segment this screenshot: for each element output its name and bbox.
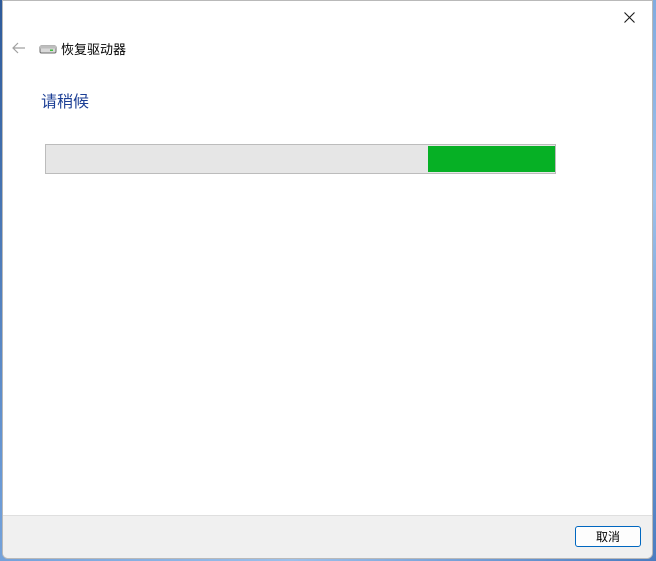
progress-bar-fill <box>428 146 555 172</box>
page-heading: 请稍候 <box>41 92 90 111</box>
cancel-button[interactable]: 取消 <box>575 526 641 547</box>
recovery-drive-window: 恢复驱动器 请稍候 取消 <box>2 0 653 559</box>
drive-icon <box>39 40 57 56</box>
progress-bar <box>45 144 556 174</box>
window-title-row: 恢复驱动器 <box>39 39 127 58</box>
close-icon <box>623 11 635 23</box>
close-button[interactable] <box>606 1 652 33</box>
back-button[interactable] <box>9 38 29 58</box>
back-arrow-icon <box>12 42 25 54</box>
footer-bar: 取消 <box>3 515 652 558</box>
window-title: 恢复驱动器 <box>61 42 127 58</box>
